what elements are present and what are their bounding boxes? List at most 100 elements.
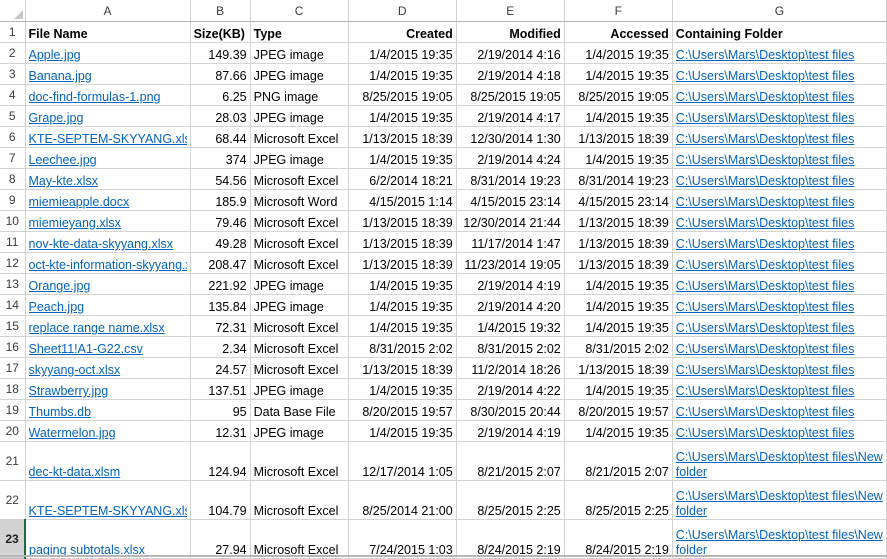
cell-file-name[interactable]: Thumbs.db bbox=[25, 399, 191, 421]
file-name-link[interactable]: doc-find-formulas-1.png bbox=[29, 90, 187, 105]
row-header-11[interactable]: 11 bbox=[0, 231, 26, 253]
cell-containing-folder[interactable]: C:\Users\Mars\Desktop\test files bbox=[672, 273, 887, 295]
folder-link[interactable]: C:\Users\Mars\Desktop\test files bbox=[676, 69, 883, 84]
cell-file-name[interactable]: replace range name.xlsx bbox=[25, 315, 191, 337]
file-name-link[interactable]: KTE-SEPTEM-SKYYANG.xlsx bbox=[29, 504, 187, 519]
folder-link[interactable]: C:\Users\Mars\Desktop\test files bbox=[676, 342, 883, 357]
column-header-b[interactable]: B bbox=[190, 0, 251, 22]
folder-link[interactable]: C:\Users\Mars\Desktop\test files\New fol… bbox=[676, 528, 883, 557]
cell-containing-folder[interactable]: C:\Users\Mars\Desktop\test files bbox=[672, 189, 887, 211]
file-name-link[interactable]: skyyang-oct.xlsx bbox=[29, 363, 187, 378]
table-row[interactable]: 6 KTE-SEPTEM-SKYYANG.xlsx 68.44 Microsoft E… bbox=[0, 126, 887, 148]
cell-file-name[interactable]: paging subtotals.xlsx bbox=[25, 519, 191, 559]
cell-containing-folder[interactable]: C:\Users\Mars\Desktop\test files bbox=[672, 294, 887, 316]
column-header-g[interactable]: G bbox=[672, 0, 887, 22]
table-row[interactable]: 17 skyyang-oct.xlsx 24.57 Microsoft Excel 1/… bbox=[0, 357, 887, 379]
column-header-a[interactable]: A bbox=[25, 0, 191, 22]
cell-containing-folder[interactable]: C:\Users\Mars\Desktop\test files bbox=[672, 105, 887, 127]
table-row[interactable]: 3 Banana.jpg 87.66 JPEG image 1/4/2015 19:35… bbox=[0, 63, 887, 85]
row-header-13[interactable]: 13 bbox=[0, 273, 26, 295]
folder-link[interactable]: C:\Users\Mars\Desktop\test files bbox=[676, 384, 883, 399]
table-row[interactable]: 4 doc-find-formulas-1.png 6.25 PNG image 8/2… bbox=[0, 84, 887, 106]
table-row[interactable]: 18 Strawberry.jpg 137.51 JPEG image 1/4/2015… bbox=[0, 378, 887, 400]
row-header-14[interactable]: 14 bbox=[0, 294, 26, 316]
table-row[interactable]: 23 paging subtotals.xlsx 27.94 Microsoft Ex… bbox=[0, 519, 887, 559]
file-name-link[interactable]: Apple.jpg bbox=[29, 48, 187, 63]
folder-link[interactable]: C:\Users\Mars\Desktop\test files bbox=[676, 363, 883, 378]
cell-containing-folder[interactable]: C:\Users\Mars\Desktop\test files bbox=[672, 168, 887, 190]
folder-link[interactable]: C:\Users\Mars\Desktop\test files bbox=[676, 195, 883, 210]
cell-file-name[interactable]: Peach.jpg bbox=[25, 294, 191, 316]
table-row[interactable]: 16 Sheet11!A1-G22.csv 2.34 Microsoft Excel 8… bbox=[0, 336, 887, 358]
cell-file-name[interactable]: miemieyang.xlsx bbox=[25, 210, 191, 232]
cell-containing-folder[interactable]: C:\Users\Mars\Desktop\test files\New fol… bbox=[672, 480, 887, 520]
cell-containing-folder[interactable]: C:\Users\Mars\Desktop\test files bbox=[672, 210, 887, 232]
row-header-1[interactable]: 1 bbox=[0, 21, 26, 43]
cell-file-name[interactable]: Watermelon.jpg bbox=[25, 420, 191, 442]
cell-containing-folder[interactable]: C:\Users\Mars\Desktop\test files\New fol… bbox=[672, 441, 887, 481]
table-row[interactable]: 13 Orange.jpg 221.92 JPEG image 1/4/2015 19:… bbox=[0, 273, 887, 295]
cell-containing-folder[interactable]: C:\Users\Mars\Desktop\test files bbox=[672, 126, 887, 148]
cell-containing-folder[interactable]: C:\Users\Mars\Desktop\test files bbox=[672, 378, 887, 400]
cell-containing-folder[interactable]: C:\Users\Mars\Desktop\test files bbox=[672, 42, 887, 64]
row-header-4[interactable]: 4 bbox=[0, 84, 26, 106]
file-name-link[interactable]: Watermelon.jpg bbox=[29, 426, 187, 441]
cell-file-name[interactable]: Leechee.jpg bbox=[25, 147, 191, 169]
row-header-12[interactable]: 12 bbox=[0, 252, 26, 274]
table-row[interactable]: 21 dec-kt-data.xlsm 124.94 Microsoft Excel 1… bbox=[0, 441, 887, 481]
cell-file-name[interactable]: dec-kt-data.xlsm bbox=[25, 441, 191, 481]
folder-link[interactable]: C:\Users\Mars\Desktop\test files bbox=[676, 216, 883, 231]
row-header-3[interactable]: 3 bbox=[0, 63, 26, 85]
file-name-link[interactable]: nov-kte-data-skyyang.xlsx bbox=[29, 237, 187, 252]
table-row[interactable]: 8 May-kte.xlsx 54.56 Microsoft Excel 6/2/201… bbox=[0, 168, 887, 190]
folder-link[interactable]: C:\Users\Mars\Desktop\test files bbox=[676, 48, 883, 63]
table-row[interactable]: 15 replace range name.xlsx 72.31 Microsoft … bbox=[0, 315, 887, 337]
file-name-link[interactable]: Orange.jpg bbox=[29, 279, 187, 294]
cell-file-name[interactable]: Strawberry.jpg bbox=[25, 378, 191, 400]
table-row[interactable]: 7 Leechee.jpg 374 JPEG image 1/4/2015 19:35 2… bbox=[0, 147, 887, 169]
folder-link[interactable]: C:\Users\Mars\Desktop\test files bbox=[676, 258, 883, 273]
row-header-2[interactable]: 2 bbox=[0, 42, 26, 64]
cell-containing-folder[interactable]: C:\Users\Mars\Desktop\test files bbox=[672, 336, 887, 358]
row-header-5[interactable]: 5 bbox=[0, 105, 26, 127]
row-header-10[interactable]: 10 bbox=[0, 210, 26, 232]
column-header-c[interactable]: C bbox=[250, 0, 349, 22]
file-name-link[interactable]: Peach.jpg bbox=[29, 300, 187, 315]
file-name-link[interactable]: Strawberry.jpg bbox=[29, 384, 187, 399]
table-row[interactable]: 22 KTE-SEPTEM-SKYYANG.xlsx 104.79 Microsoft… bbox=[0, 480, 887, 520]
folder-link[interactable]: C:\Users\Mars\Desktop\test files bbox=[676, 279, 883, 294]
row-header-6[interactable]: 6 bbox=[0, 126, 26, 148]
file-name-link[interactable]: Thumbs.db bbox=[29, 405, 187, 420]
folder-link[interactable]: C:\Users\Mars\Desktop\test files bbox=[676, 426, 883, 441]
column-header-e[interactable]: E bbox=[456, 0, 565, 22]
row-header-21[interactable]: 21 bbox=[0, 441, 26, 481]
cell-containing-folder[interactable]: C:\Users\Mars\Desktop\test files bbox=[672, 357, 887, 379]
cell-file-name[interactable]: KTE-SEPTEM-SKYYANG.xlsx bbox=[25, 126, 191, 148]
row-header-7[interactable]: 7 bbox=[0, 147, 26, 169]
table-row[interactable]: 20 Watermelon.jpg 12.31 JPEG image 1/4/2015 … bbox=[0, 420, 887, 442]
cell-file-name[interactable]: Apple.jpg bbox=[25, 42, 191, 64]
folder-link[interactable]: C:\Users\Mars\Desktop\test files bbox=[676, 174, 883, 189]
row-header-20[interactable]: 20 bbox=[0, 420, 26, 442]
file-name-link[interactable]: May-kte.xlsx bbox=[29, 174, 187, 189]
file-name-link[interactable]: KTE-SEPTEM-SKYYANG.xlsx bbox=[29, 132, 187, 147]
folder-link[interactable]: C:\Users\Mars\Desktop\test files bbox=[676, 405, 883, 420]
table-row[interactable]: 14 Peach.jpg 135.84 JPEG image 1/4/2015 19:3… bbox=[0, 294, 887, 316]
table-row[interactable]: 9 miemieapple.docx 185.9 Microsoft Word 4/15… bbox=[0, 189, 887, 211]
folder-link[interactable]: C:\Users\Mars\Desktop\test files bbox=[676, 300, 883, 315]
cell-containing-folder[interactable]: C:\Users\Mars\Desktop\test files\New fol… bbox=[672, 519, 887, 559]
cell-file-name[interactable]: nov-kte-data-skyyang.xlsx bbox=[25, 231, 191, 253]
table-row[interactable]: 12oct-kte-information-skyyang.xlsx208.47… bbox=[0, 252, 887, 274]
cell-containing-folder[interactable]: C:\Users\Mars\Desktop\test files bbox=[672, 84, 887, 106]
row-header-15[interactable]: 15 bbox=[0, 315, 26, 337]
folder-link[interactable]: C:\Users\Mars\Desktop\test files bbox=[676, 90, 883, 105]
cell-file-name[interactable]: Sheet11!A1-G22.csv bbox=[25, 336, 191, 358]
folder-link[interactable]: C:\Users\Mars\Desktop\test files bbox=[676, 111, 883, 126]
folder-link[interactable]: C:\Users\Mars\Desktop\test files bbox=[676, 153, 883, 168]
folder-link[interactable]: C:\Users\Mars\Desktop\test files\New fol… bbox=[676, 489, 883, 518]
row-header-8[interactable]: 8 bbox=[0, 168, 26, 190]
cell-file-name[interactable]: May-kte.xlsx bbox=[25, 168, 191, 190]
row-header-9[interactable]: 9 bbox=[0, 189, 26, 211]
cell-containing-folder[interactable]: C:\Users\Mars\Desktop\test files bbox=[672, 399, 887, 421]
folder-link[interactable]: C:\Users\Mars\Desktop\test files bbox=[676, 132, 883, 147]
